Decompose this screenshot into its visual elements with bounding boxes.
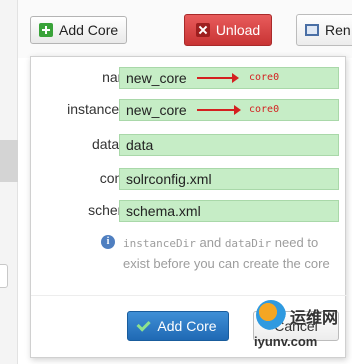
watermark-url: iyunv.com [254, 334, 318, 349]
add-core-toolbar-button[interactable]: Add Core [30, 16, 128, 44]
form-row-instance-dir: instanceDir: core0 [31, 99, 347, 121]
watermark-site-name: 运维网 [290, 308, 339, 327]
rename-label: Ren [325, 22, 351, 38]
data-dir-input[interactable] [119, 134, 339, 156]
add-core-toolbar-label: Add Core [59, 22, 119, 38]
info-icon: i [101, 235, 115, 249]
form-row-config: config: [31, 168, 347, 190]
check-icon [136, 317, 152, 332]
rename-icon [305, 24, 319, 36]
config-input[interactable] [119, 168, 339, 190]
rename-button[interactable]: Ren [296, 14, 352, 46]
form-row-name: name: core0 [31, 67, 347, 89]
watermark: 运维网 iyunv.com [250, 300, 350, 360]
close-icon [195, 23, 210, 37]
dialog-footer-divider [31, 295, 347, 296]
annotation-note-instance-dir: core0 [249, 104, 280, 115]
left-panel-input-stub [0, 264, 8, 288]
info-message: instanceDir and dataDir need to exist be… [123, 233, 341, 274]
annotation-arrow-name [197, 73, 239, 83]
add-core-submit-label: Add Core [157, 318, 217, 334]
schema-input[interactable] [119, 200, 339, 222]
annotation-arrow-instance-dir [197, 105, 241, 115]
watermark-logo-icon [256, 300, 286, 330]
left-panel-background [0, 0, 18, 364]
info-term-instance-dir: instanceDir [123, 237, 196, 250]
unload-label: Unload [215, 22, 261, 38]
info-term-data-dir: dataDir [224, 237, 272, 250]
form-row-schema: schema: [31, 200, 347, 222]
left-panel-selected-bar [0, 140, 18, 182]
unload-button[interactable]: Unload [184, 14, 272, 46]
form-row-data-dir: dataDir: [31, 134, 347, 156]
plus-icon [39, 23, 53, 37]
info-and: and [199, 235, 222, 250]
add-core-submit-button[interactable]: Add Core [127, 311, 229, 341]
annotation-note-name: core0 [249, 72, 280, 83]
